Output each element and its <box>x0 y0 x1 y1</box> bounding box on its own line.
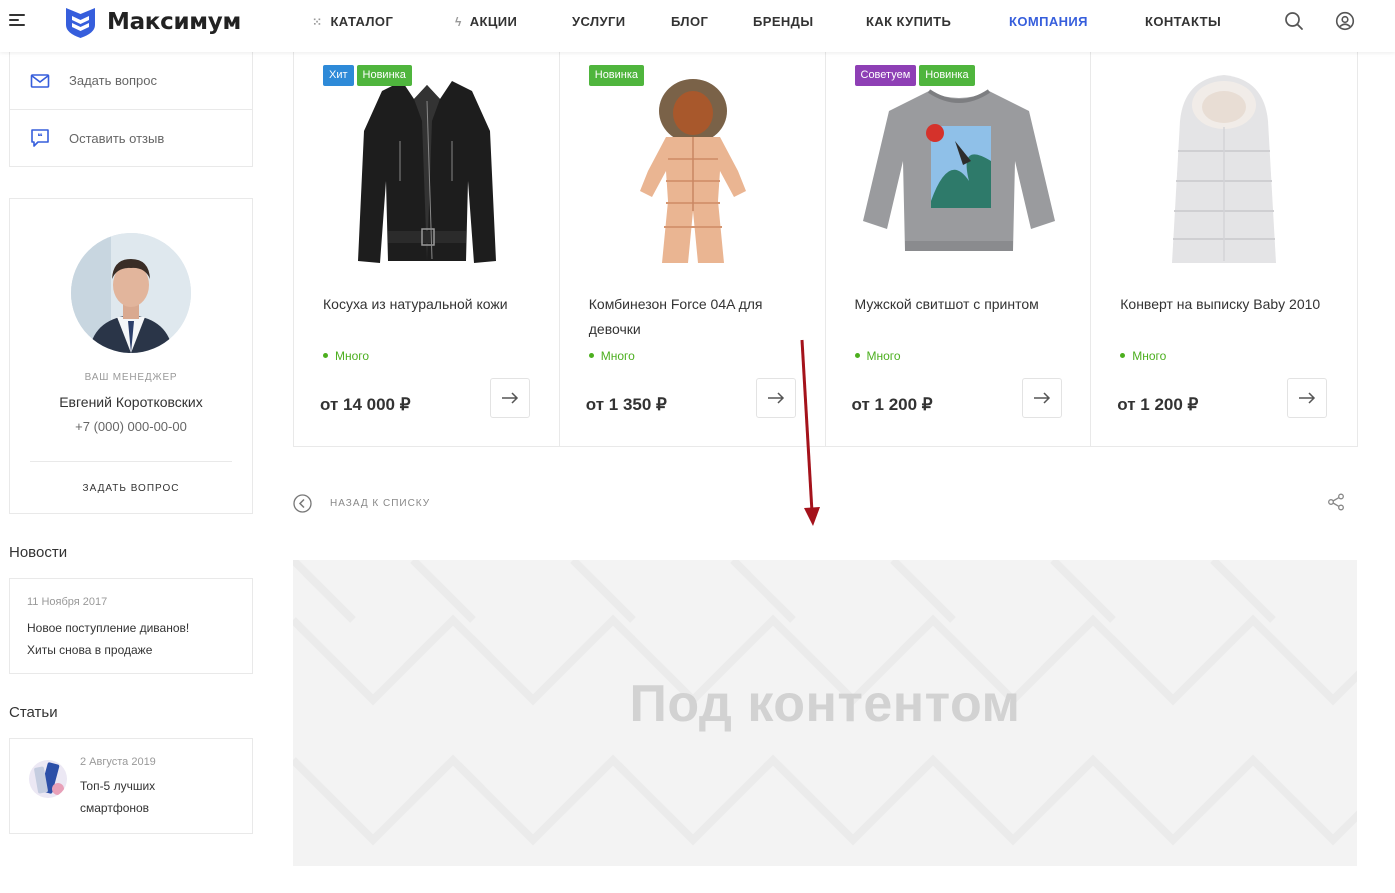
lightning-icon: ϟ <box>455 15 462 29</box>
leave-review-link[interactable]: ❝ Оставить отзыв <box>10 109 252 166</box>
sidebar-actions: Задать вопрос ❝ Оставить отзыв <box>9 51 253 167</box>
nav-blog[interactable]: БЛОГ <box>671 14 708 29</box>
product-price: от 1 200 ₽ <box>1117 395 1199 414</box>
product-grid: Хит Новинка Косуха из натуральной кожи М… <box>293 52 1358 447</box>
product-name[interactable]: Мужской свитшот с принтом <box>855 292 1070 317</box>
site-header: Максимум ⁙ КАТАЛОГ ϟ АКЦИИ УСЛУГИ БЛОГ БРЕ… <box>0 0 1395 52</box>
divider <box>30 461 232 462</box>
manager-card: ВАШ МЕНЕДЖЕР Евгений Коротковских +7 (00… <box>9 198 253 514</box>
back-circle-icon <box>293 494 312 513</box>
nav-brands[interactable]: БРЕНДЫ <box>753 14 813 29</box>
back-to-list-label: НАЗАД К СПИСКУ <box>330 498 431 509</box>
stock-status: Много <box>855 349 901 363</box>
stock-status: Много <box>589 349 635 363</box>
product-card[interactable]: Советуем Новинка Мужской свитшот с принт… <box>826 52 1092 446</box>
leave-review-label: Оставить отзыв <box>69 130 165 146</box>
sticker-new: Новинка <box>919 65 975 86</box>
product-image[interactable] <box>854 66 1064 276</box>
product-name[interactable]: Косуха из натуральной кожи <box>323 292 538 317</box>
logo-shield-icon <box>66 8 95 38</box>
back-to-list-link[interactable]: НАЗАД К СПИСКУ <box>293 494 430 513</box>
stickers: Новинка <box>588 65 645 86</box>
product-price: от 1 350 ₽ <box>585 395 667 414</box>
article-date: 2 Августа 2019 <box>80 756 156 768</box>
stock-status: Много <box>1120 349 1166 363</box>
sticker-recommend: Советуем <box>854 65 917 86</box>
logo[interactable]: Максимум <box>64 5 241 39</box>
nav-company[interactable]: КОМПАНИЯ <box>1009 14 1088 29</box>
under-content-banner: Под контентом <box>293 560 1357 866</box>
stock-status: Много <box>323 349 369 363</box>
review-icon: ❝ <box>31 129 49 147</box>
news-title: Новости <box>9 544 68 561</box>
banner-text: Под контентом <box>629 675 1021 733</box>
article-item[interactable]: 2 Августа 2019 Топ-5 лучших смартфонов <box>9 738 253 834</box>
user-icon[interactable] <box>1335 11 1355 31</box>
open-product-button[interactable] <box>490 378 530 418</box>
sticker-new: Новинка <box>588 65 645 86</box>
ask-question-label: Задать вопрос <box>69 73 157 88</box>
news-date: 11 Ноября 2017 <box>27 596 108 608</box>
mail-icon <box>30 73 50 88</box>
news-text: Новое поступление диванов! Хиты снова в … <box>27 621 190 657</box>
product-card[interactable]: Хит Новинка Косуха из натуральной кожи М… <box>294 52 560 446</box>
nav-contacts[interactable]: КОНТАКТЫ <box>1145 14 1221 29</box>
logo-text: Максимум <box>107 9 241 35</box>
articles-title: Статьи <box>9 704 58 721</box>
product-image[interactable] <box>588 66 798 276</box>
nav-catalog[interactable]: ⁙ КАТАЛОГ <box>312 14 393 29</box>
sticker-new: Новинка <box>356 65 412 86</box>
product-price: от 14 000 ₽ <box>320 395 411 414</box>
stickers: Советуем Новинка <box>854 65 975 86</box>
article-thumbnail <box>29 760 67 798</box>
nav-how-to-buy[interactable]: КАК КУПИТЬ <box>866 14 951 29</box>
manager-phone[interactable]: +7 (000) 000-00-00 <box>10 419 252 434</box>
product-image[interactable] <box>1119 66 1329 276</box>
svg-text:❝: ❝ <box>37 133 42 143</box>
menu-burger-icon[interactable] <box>9 14 27 30</box>
product-name[interactable]: Конверт на выписку Baby 2010 <box>1120 292 1335 317</box>
arrow-right-icon <box>1033 392 1050 404</box>
product-price: от 1 200 ₽ <box>851 395 933 414</box>
nav-promo[interactable]: ϟ АКЦИИ <box>455 14 517 29</box>
stickers: Хит Новинка <box>323 65 412 86</box>
grid-dots-icon: ⁙ <box>312 15 323 29</box>
ask-question-link[interactable]: Задать вопрос <box>10 52 252 109</box>
arrow-right-icon <box>502 392 519 404</box>
article-text: Топ-5 лучших смартфонов <box>80 779 156 815</box>
nav-services[interactable]: УСЛУГИ <box>572 14 625 29</box>
share-icon[interactable] <box>1327 493 1345 511</box>
product-card[interactable]: Конверт на выписку Baby 2010 Много от 1 … <box>1091 52 1357 446</box>
arrow-right-icon <box>767 392 784 404</box>
manager-ask-button[interactable]: ЗАДАТЬ ВОПРОС <box>10 483 252 494</box>
open-product-button[interactable] <box>1287 378 1328 418</box>
search-icon[interactable] <box>1284 11 1304 31</box>
product-image[interactable] <box>322 66 532 276</box>
news-item[interactable]: 11 Ноября 2017 Новое поступление диванов… <box>9 578 253 674</box>
manager-avatar <box>71 233 191 353</box>
sticker-hit: Хит <box>323 65 354 86</box>
product-name[interactable]: Комбинезон Force 04A для девочки <box>589 292 804 342</box>
manager-caption: ВАШ МЕНЕДЖЕР <box>84 372 178 383</box>
open-product-button[interactable] <box>755 378 796 418</box>
product-card[interactable]: Новинка Комбинезон Force 04A для девочки… <box>560 52 826 446</box>
manager-name: Евгений Коротковских <box>59 394 203 410</box>
open-product-button[interactable] <box>1021 378 1062 418</box>
arrow-right-icon <box>1299 392 1316 404</box>
